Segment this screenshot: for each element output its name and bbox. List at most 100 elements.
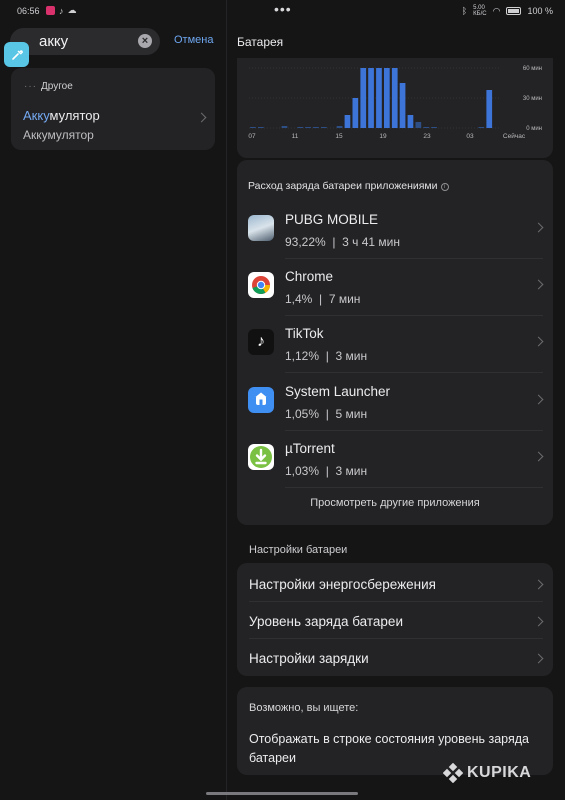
app-row-utorrent[interactable]: µTorrent 1,03% | 3 мин (237, 437, 553, 494)
bluetooth-icon: ᛒ (461, 6, 468, 16)
app-row-chrome[interactable]: Chrome 1,4% | 7 мин (237, 265, 553, 322)
multitask-handle-icon[interactable]: ••• (274, 1, 292, 17)
battery-settings-card: Настройки энергосбережения Уровень заряд… (237, 563, 553, 676)
chevron-right-icon (533, 222, 544, 233)
app-usage-heading: Расход заряда батареи приложениями i (248, 180, 449, 192)
chevron-right-icon (533, 616, 544, 627)
chart-bar (352, 98, 359, 128)
setting-label: Уровень заряда батареи (249, 614, 403, 629)
app-row-system-launcher[interactable]: System Launcher 1,05% | 5 мин (237, 380, 553, 437)
chart-bar (431, 127, 437, 128)
app-row-tiktok[interactable]: ♪ TikTok 1,12% | 3 мин (237, 322, 553, 379)
battery-chart-svg: 60 мин 30 мин 0 мин 07 11 15 19 23 03 Сейчас (248, 66, 542, 140)
chart-bar (486, 90, 493, 128)
result-title-highlight: Акку (23, 108, 50, 123)
page-title: Батарея (237, 35, 284, 49)
result-title-rest: мулятор (49, 108, 100, 123)
search-query[interactable]: акку (39, 33, 68, 50)
utorrent-icon (248, 444, 274, 470)
chart-bar (423, 127, 430, 128)
clear-search-icon[interactable]: × (138, 34, 152, 48)
chart-bar (258, 127, 264, 128)
chart-bar (478, 127, 485, 128)
setting-charge-level[interactable]: Уровень заряда батареи (237, 602, 553, 639)
chevron-right-icon (196, 112, 207, 123)
chart-bar (297, 127, 304, 128)
color-picker-floating-button[interactable] (4, 42, 29, 67)
setting-label: Настройки зарядки (249, 651, 369, 666)
chevron-right-icon (533, 579, 544, 590)
suggestion-heading: Возможно, вы ищете: (249, 702, 359, 714)
tiktok-icon: ♪ (248, 329, 274, 355)
chart-bar (305, 127, 311, 128)
search-input[interactable]: акку × (10, 28, 160, 55)
home-indicator[interactable] (206, 792, 358, 795)
chevron-right-icon (533, 451, 544, 462)
app-notification-icon (46, 6, 55, 15)
network-speed: 5.00 КБ/С (473, 5, 487, 17)
chart-y-tick-label: 60 мин (523, 66, 542, 72)
row-divider (285, 487, 543, 488)
battery-icon (506, 7, 522, 15)
battery-percent: 100 % (527, 6, 553, 16)
pane-divider[interactable] (226, 0, 227, 800)
result-title[interactable]: Аккумулятор (23, 108, 100, 123)
cancel-button[interactable]: Отмена (174, 34, 213, 46)
row-divider (285, 258, 543, 259)
app-time: 7 мин (328, 292, 361, 306)
chrome-icon (248, 272, 274, 298)
chart-bar (399, 83, 406, 128)
chart-x-tick-label: 07 (248, 133, 256, 140)
app-usage: 1,05% | 5 мин (285, 407, 368, 421)
app-percent: 1,12% (285, 349, 320, 363)
chart-bar (313, 127, 319, 128)
chart-x-tick-label: 15 (335, 133, 343, 140)
app-time: 3 мин (335, 464, 368, 478)
kupika-logo-icon (443, 763, 463, 783)
eyedropper-icon (11, 49, 23, 60)
chart-x-tick-label: 23 (423, 133, 431, 140)
app-name: µTorrent (285, 441, 335, 456)
app-time: 3 мин (335, 349, 368, 363)
chart-bar (336, 126, 343, 128)
chart-y-tick-label: 30 мин (523, 96, 542, 102)
chart-bar (407, 115, 414, 128)
result-category: ··· Другое (24, 81, 73, 92)
app-name: TikTok (285, 326, 324, 341)
chart-y-tick-label: 0 мин (526, 126, 542, 132)
chart-bar (391, 68, 398, 128)
launcher-icon (248, 387, 274, 413)
view-more-apps-button[interactable]: Просмотреть другие приложения (237, 497, 553, 509)
setting-label: Настройки энергосбережения (249, 577, 436, 592)
setting-charging[interactable]: Настройки зарядки (237, 639, 553, 676)
app-name: Chrome (285, 269, 334, 284)
result-subtitle: Аккумулятор (23, 128, 94, 142)
chart-x-tick-label: 03 (466, 133, 474, 140)
setting-power-saving[interactable]: Настройки энергосбережения (237, 565, 553, 602)
app-percent: 1,05% (285, 407, 320, 421)
app-percent: 93,22% (285, 235, 326, 249)
chart-bar (250, 127, 256, 128)
tiktok-notification-icon: ♪ (59, 5, 64, 16)
suggestion-card: Возможно, вы ищете: Отображать в строке … (237, 687, 553, 775)
battery-usage-chart: 60 мин 30 мин 0 мин 07 11 15 19 23 03 Сейчас (237, 58, 553, 158)
app-usage: 1,4% | 7 мин (285, 292, 361, 306)
app-percent: 1,03% (285, 464, 320, 478)
app-name: PUBG MOBILE (285, 212, 379, 227)
chart-bar (384, 68, 390, 128)
app-usage: 93,22% | 3 ч 41 мин (285, 235, 401, 249)
result-category-label: Другое (41, 81, 73, 92)
app-usage: 1,12% | 3 мин (285, 349, 368, 363)
chart-bar (415, 122, 422, 128)
app-row-pubg[interactable]: PUBG MOBILE 93,22% | 3 ч 41 мин (237, 208, 553, 265)
app-usage-heading-text: Расход заряда батареи приложениями (248, 180, 438, 192)
row-divider (285, 315, 543, 316)
chart-x-tick-label: 11 (292, 133, 299, 140)
pubg-icon (248, 215, 274, 241)
notification-icons: ♪ ☁ (46, 5, 77, 16)
info-icon[interactable]: i (440, 183, 449, 191)
status-right: ᛒ 5.00 КБ/С ◠ 100 % (462, 5, 553, 17)
chart-bar (321, 127, 327, 128)
search-bar: акку × Отмена (10, 28, 220, 56)
app-percent: 1,4% (285, 292, 313, 306)
